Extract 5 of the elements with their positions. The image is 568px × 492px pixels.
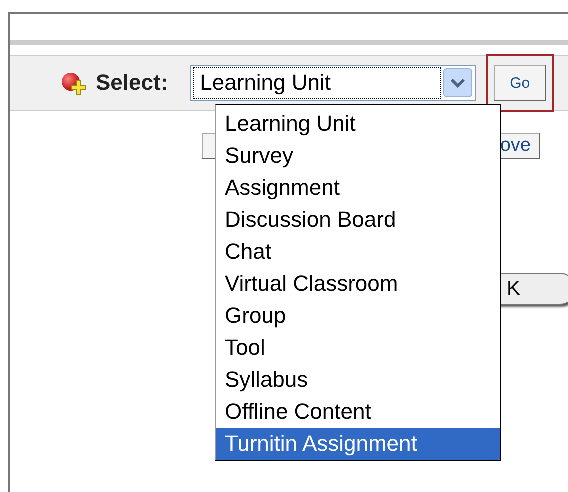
add-icon	[60, 71, 86, 95]
type-select[interactable]: Learning Unit	[190, 65, 476, 101]
dropdown-option[interactable]: Turnitin Assignment	[216, 428, 500, 460]
go-button[interactable]: Go	[494, 65, 546, 101]
select-label: Select:	[96, 70, 168, 96]
